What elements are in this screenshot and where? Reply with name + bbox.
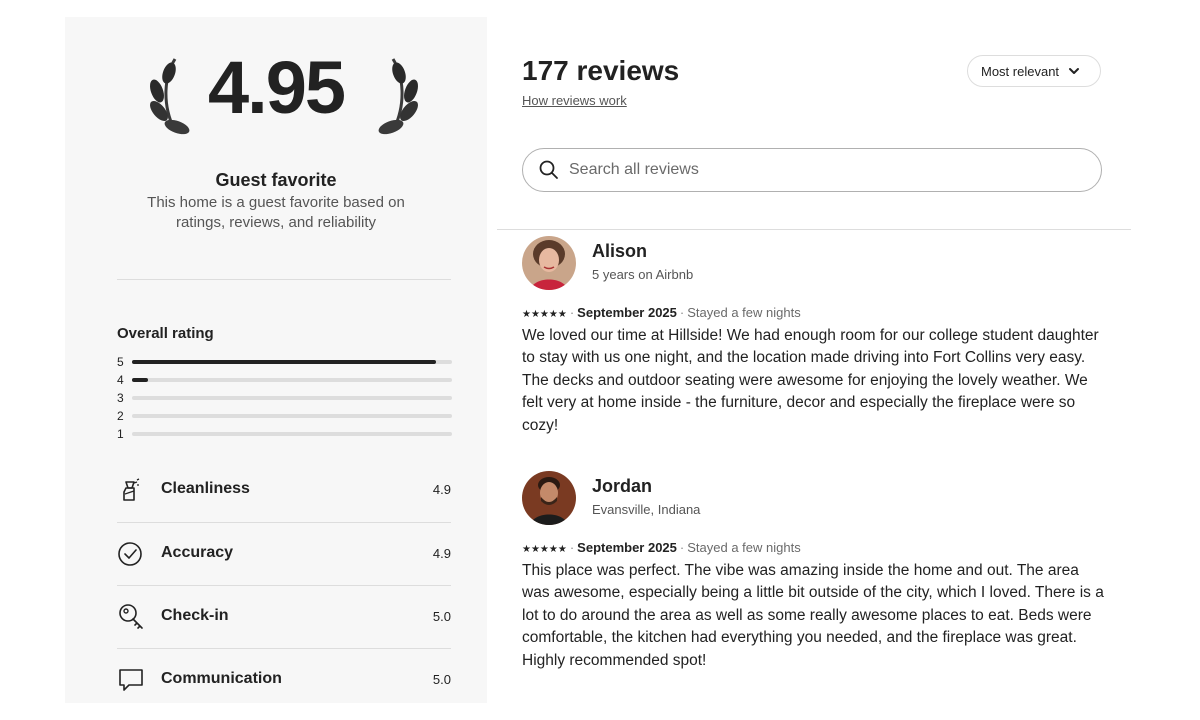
review-date: September 2025 <box>577 540 677 555</box>
rating-hero: 4.95 <box>65 46 487 147</box>
reviewer-meta: Evansville, Indiana <box>592 502 701 517</box>
rating-bar-star: 3 <box>117 391 124 405</box>
reviewer-name: Jordan <box>592 476 653 496</box>
star-rating: ★★★★★ <box>522 309 567 320</box>
how-reviews-work-link[interactable]: How reviews work <box>522 93 627 108</box>
key-icon <box>119 604 143 629</box>
review-meta-line: ★★★★★ · September 2025 · Stayed a few nights <box>522 305 801 320</box>
rating-bar-track <box>132 432 452 436</box>
reviewer-meta: 5 years on Airbnb <box>592 267 694 282</box>
rating-bar-star: 4 <box>117 373 124 387</box>
review-date: September 2025 <box>577 305 677 320</box>
avatar-image <box>522 471 576 525</box>
rating-bar-row: 2 <box>117 409 452 423</box>
check-circle-icon <box>118 542 142 566</box>
rating-bar-star: 5 <box>117 355 124 369</box>
stay-length: Stayed a few nights <box>687 305 801 320</box>
category-value: 4.9 <box>432 546 451 561</box>
avatar[interactable] <box>522 471 576 525</box>
rating-bar-star: 2 <box>117 409 124 423</box>
stay-length: Stayed a few nights <box>687 540 801 555</box>
category-label: Cleanliness <box>161 480 250 497</box>
review-text: We loved our time at Hillside! We had en… <box>522 327 1099 434</box>
rating-bar-fill <box>132 378 148 382</box>
category-value: 5.0 <box>432 609 451 624</box>
reviews-divider <box>497 229 1131 230</box>
category-row-check-in: Check-in 5.0 <box>117 586 451 648</box>
search-icon <box>539 160 558 179</box>
reviews-count-title: 177 reviews <box>522 55 680 86</box>
sort-dropdown[interactable]: Most relevant <box>967 55 1101 87</box>
avatar-image <box>522 236 576 290</box>
rating-bar-track <box>132 396 452 400</box>
rating-bar-track <box>132 360 452 364</box>
rating-bar-fill <box>132 360 436 364</box>
category-label: Check-in <box>161 607 229 624</box>
category-label: Communication <box>161 670 282 687</box>
category-value: 5.0 <box>432 672 451 687</box>
reviewer-name: Alison <box>592 241 648 261</box>
category-row-accuracy: Accuracy 4.9 <box>117 523 451 585</box>
rating-summary-panel: 4.95 Guest favorite This home is a guest… <box>65 17 487 703</box>
rating-bar-row: 3 <box>117 391 452 405</box>
category-row-cleanliness: Cleanliness 4.9 <box>117 459 451 521</box>
category-row-communication: Communication 5.0 <box>117 649 451 711</box>
review-text: This place was perfect. The vibe was ama… <box>522 562 1104 669</box>
overall-rating-title: Overall rating <box>117 325 214 342</box>
avatar[interactable] <box>522 236 576 290</box>
review-meta-line: ★★★★★ · September 2025 · Stayed a few nights <box>522 540 801 555</box>
guest-favorite-title: Guest favorite <box>215 170 337 190</box>
rating-bar-row: 1 <box>117 427 452 441</box>
rating-bar-row: 4 <box>117 373 452 387</box>
chat-bubble-icon <box>119 669 143 691</box>
rating-bar-track <box>132 378 452 382</box>
chevron-down-icon <box>1069 68 1080 74</box>
spray-bottle-icon <box>123 478 140 501</box>
sort-dropdown-label: Most relevant <box>981 63 1060 79</box>
laurel-right-icon <box>378 58 418 135</box>
category-value: 4.9 <box>432 482 451 497</box>
category-label: Accuracy <box>161 544 234 561</box>
rating-bar-star: 1 <box>117 427 124 441</box>
summary-divider <box>117 279 451 280</box>
guest-favorite-subtitle: This home is a guest favorite based on r… <box>147 194 405 231</box>
search-reviews-box[interactable] <box>522 148 1102 192</box>
rating-bar-row: 5 <box>117 355 452 369</box>
rating-bar-track <box>132 414 452 418</box>
search-reviews-input[interactable] <box>567 160 1071 180</box>
star-rating: ★★★★★ <box>522 544 567 555</box>
